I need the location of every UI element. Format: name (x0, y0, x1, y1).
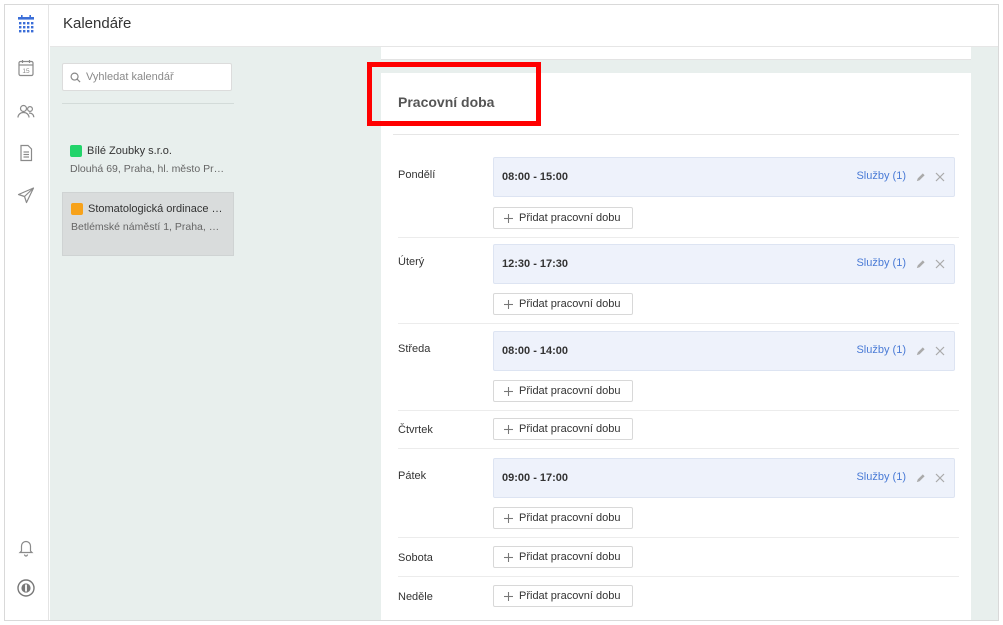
calendar-address: Betlémské náměstí 1, Praha, hl. město Pr… (71, 221, 225, 233)
add-working-hours-button[interactable]: Přidat pracovní dobu (493, 418, 633, 440)
day-divider (398, 410, 959, 411)
card-divider (393, 134, 959, 135)
plus-icon (504, 552, 513, 562)
account-icon[interactable] (11, 573, 41, 603)
plus-icon (504, 513, 513, 523)
day-label: Pondělí (398, 169, 436, 181)
day-label: Pátek (398, 470, 427, 482)
plus-icon (504, 299, 513, 309)
close-icon[interactable] (934, 344, 946, 358)
main-content: Pracovní doba Pondělí 08:00 - 15:00 Služ… (377, 47, 998, 620)
close-icon[interactable] (934, 471, 946, 485)
plus-icon (504, 591, 513, 601)
highlight-annotation (367, 62, 541, 126)
calendar-search-box[interactable] (62, 63, 232, 91)
services-link[interactable]: Služby (1) (856, 257, 906, 269)
pencil-icon[interactable] (914, 170, 926, 184)
add-working-hours-button[interactable]: Přidat pracovní dobu (493, 293, 633, 315)
slot-time: 08:00 - 15:00 (502, 171, 569, 183)
add-working-hours-label: Přidat pracovní dobu (519, 512, 621, 524)
slot-time: 09:00 - 17:00 (502, 472, 569, 484)
working-hours-card: Pracovní doba Pondělí 08:00 - 15:00 Služ… (381, 73, 971, 620)
plus-icon (504, 424, 513, 434)
day-divider (398, 448, 959, 449)
add-working-hours-label: Přidat pracovní dobu (519, 423, 621, 435)
users-icon[interactable] (11, 96, 41, 126)
time-slot[interactable]: 12:30 - 17:30 Služby (1) (493, 244, 955, 284)
plus-icon (504, 386, 513, 396)
icon-rail: 15 (5, 5, 49, 620)
day-label: Čtvrtek (398, 424, 433, 436)
day-label: Úterý (398, 256, 425, 268)
calendar-day-icon[interactable]: 15 (11, 53, 41, 83)
top-header: Kalendáře (50, 5, 998, 47)
slot-time: 12:30 - 17:30 (502, 258, 569, 270)
day-divider (398, 576, 959, 577)
services-link[interactable]: Služby (1) (856, 471, 906, 483)
day-divider (398, 237, 959, 238)
add-working-hours-label: Přidat pracovní dobu (519, 551, 621, 563)
add-working-hours-button[interactable]: Přidat pracovní dobu (493, 585, 633, 607)
calendar-color-swatch (71, 203, 83, 215)
close-icon[interactable] (934, 257, 946, 271)
time-slot[interactable]: 08:00 - 15:00 Služby (1) (493, 157, 955, 197)
search-icon (70, 72, 81, 83)
panel-divider (62, 103, 234, 104)
previous-card-edge (381, 47, 971, 60)
bell-icon[interactable] (11, 532, 41, 562)
day-divider (398, 537, 959, 538)
calendar-name: Stomatologická ordinace MUDr. (88, 203, 225, 215)
pencil-icon[interactable] (914, 344, 926, 358)
add-working-hours-button[interactable]: Přidat pracovní dobu (493, 207, 633, 229)
calendar-item-selected[interactable]: Stomatologická ordinace MUDr. Betlémské … (62, 192, 234, 256)
add-working-hours-label: Přidat pracovní dobu (519, 385, 621, 397)
services-link[interactable]: Služby (1) (856, 344, 906, 356)
day-divider (398, 323, 959, 324)
day-label: Sobota (398, 552, 433, 564)
calendar-day-number: 15 (22, 68, 30, 75)
time-slot[interactable]: 09:00 - 17:00 Služby (1) (493, 458, 955, 498)
pencil-icon[interactable] (914, 471, 926, 485)
close-icon[interactable] (934, 170, 946, 184)
services-link[interactable]: Služby (1) (856, 170, 906, 182)
calendar-grid-icon[interactable] (11, 9, 41, 39)
pencil-icon[interactable] (914, 257, 926, 271)
add-working-hours-button[interactable]: Přidat pracovní dobu (493, 546, 633, 568)
send-icon[interactable] (11, 180, 41, 210)
add-working-hours-label: Přidat pracovní dobu (519, 298, 621, 310)
calendar-address: Dlouhá 69, Praha, hl. město Praha (70, 163, 226, 175)
calendar-color-swatch (70, 145, 82, 157)
add-working-hours-label: Přidat pracovní dobu (519, 590, 621, 602)
time-slot[interactable]: 08:00 - 14:00 Služby (1) (493, 331, 955, 371)
plus-icon (504, 213, 513, 223)
calendar-name: Bílé Zoubky s.r.o. (87, 145, 172, 157)
add-working-hours-button[interactable]: Přidat pracovní dobu (493, 507, 633, 529)
calendar-search-input[interactable] (86, 71, 226, 83)
document-icon[interactable] (11, 138, 41, 168)
day-label: Středa (398, 343, 431, 355)
calendar-list-panel: Bílé Zoubky s.r.o. Dlouhá 69, Praha, hl.… (50, 47, 377, 620)
add-working-hours-button[interactable]: Přidat pracovní dobu (493, 380, 633, 402)
day-label: Neděle (398, 591, 433, 603)
page-title: Kalendáře (63, 15, 132, 32)
slot-time: 08:00 - 14:00 (502, 345, 569, 357)
add-working-hours-label: Přidat pracovní dobu (519, 212, 621, 224)
calendar-item[interactable]: Bílé Zoubky s.r.o. Dlouhá 69, Praha, hl.… (62, 135, 234, 185)
